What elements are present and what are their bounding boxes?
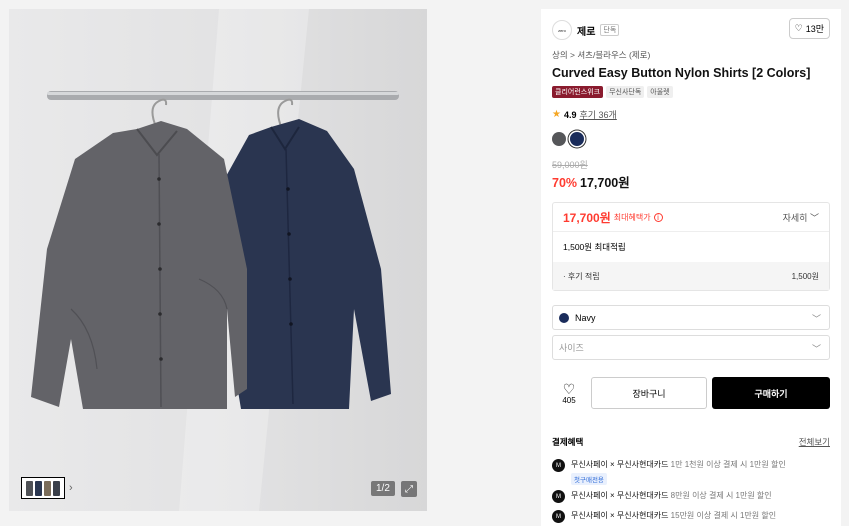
- payment-benefit-item: M 무신사페이 × 무신사현대카드 8만원 이상 결제 시 1만원 할인: [552, 490, 772, 503]
- rating-score: 4.9: [563, 109, 577, 120]
- brand-name[interactable]: 제로: [577, 23, 595, 38]
- info-icon[interactable]: i: [653, 212, 663, 222]
- thumbnail-strip: ›: [21, 477, 73, 499]
- card-brand-icon: M: [552, 459, 565, 472]
- brand-like-button[interactable]: ♡ 13만: [788, 18, 830, 39]
- add-to-cart-button[interactable]: 장바구니: [591, 377, 707, 409]
- heart-icon: ♡: [562, 380, 576, 397]
- thumbnail[interactable]: [21, 477, 65, 499]
- navy-color-dot: [559, 312, 569, 323]
- payment-condition: 8만원 이상 결제 시 1만원 할인: [670, 491, 772, 500]
- review-link[interactable]: 후기 36개: [579, 108, 616, 121]
- color-swatch-navy[interactable]: [570, 132, 584, 146]
- payment-condition: 15만원 이상 결제 시 1만원 할인: [670, 511, 777, 520]
- payment-benefit-text: 무신사페이 × 무신사현대카드 15만원 이상 결제 시 1만원 할인: [571, 510, 776, 521]
- detail-toggle[interactable]: 자세히 ﹀: [783, 211, 819, 224]
- payment-benefit-header: 결제혜택 전체보기: [552, 436, 830, 448]
- thumbnail-swatch: [26, 480, 33, 496]
- card-brand-icon: M: [552, 510, 565, 523]
- payment-card-name: 무신사페이 × 무신사현대카드: [571, 511, 669, 520]
- thumbnail-swatch: [53, 480, 60, 496]
- thumbnail-swatch: [44, 480, 51, 496]
- discount-rate: 70%: [552, 176, 578, 190]
- buy-now-button[interactable]: 구매하기: [712, 377, 830, 409]
- max-points: 1,500원 최대적립: [563, 242, 626, 252]
- thumbnail-swatch: [35, 480, 42, 496]
- sale-price: 17,700원: [580, 176, 630, 190]
- review-points-label: · 후기 적립: [563, 271, 600, 281]
- payment-card-name: 무신사페이 × 무신사현대카드: [571, 460, 669, 469]
- color-option-value: Navy: [575, 312, 596, 323]
- image-counter: 1/2: [371, 481, 395, 496]
- expand-icon[interactable]: ⤢: [401, 481, 417, 497]
- product-info-panel: zero 제로 단독 ♡ 13만 상의 > 셔츠/블라우스 (제로) Curve…: [541, 9, 841, 526]
- color-option-select[interactable]: Navy ﹀: [552, 305, 830, 330]
- brand-logo: zero: [552, 20, 572, 40]
- sale-price-row: 70% 17,700원: [552, 172, 630, 191]
- max-benefit-box: 17,700원 최대혜택가 i 자세히 ﹀ 1,500원 최대적립 · 후기 적…: [552, 202, 830, 291]
- max-benefit-header[interactable]: 17,700원 최대혜택가 i 자세히 ﹀: [553, 203, 829, 232]
- badge-list: 클리어런스위크 무신사단독 아울렛: [552, 86, 673, 98]
- brand-row[interactable]: zero 제로 단독: [552, 20, 620, 40]
- size-option-select[interactable]: 사이즈 ﹀: [552, 335, 830, 360]
- color-swatch-gray[interactable]: [552, 132, 566, 146]
- review-points-value: 1,500원: [791, 271, 819, 281]
- first-purchase-tag: 첫구매전용: [571, 473, 607, 485]
- product-title: Curved Easy Button Nylon Shirts [2 Color…: [552, 66, 811, 80]
- payment-benefit-text: 무신사페이 × 무신사현대카드 8만원 이상 결제 시 1만원 할인: [571, 490, 772, 501]
- heart-icon: ♡: [794, 23, 803, 33]
- purchase-actions: ♡ 405 장바구니 구매하기: [552, 377, 830, 409]
- max-benefit-label: 최대혜택가: [613, 212, 651, 222]
- shirts-photo: [31, 9, 399, 511]
- badge: 무신사단독: [606, 86, 645, 98]
- card-brand-icon: M: [552, 490, 565, 503]
- payment-benefit-title: 결제혜택: [552, 437, 584, 447]
- brand-exclusive-tag: 단독: [600, 24, 620, 36]
- size-option-placeholder: 사이즈: [559, 343, 584, 353]
- chevron-down-icon: ﹀: [809, 212, 819, 223]
- review-points-row: · 후기 적립 1,500원: [553, 262, 829, 290]
- max-benefit-amount: 17,700원: [563, 210, 611, 225]
- brand-like-count: 13만: [805, 24, 824, 34]
- original-price: 59,000원: [552, 160, 588, 170]
- chevron-right-icon[interactable]: ›: [69, 482, 73, 494]
- view-all-link[interactable]: 전체보기: [799, 436, 830, 448]
- payment-benefit-item: M 무신사페이 × 무신사현대카드 15만원 이상 결제 시 1만원 할인: [552, 510, 776, 523]
- chevron-down-icon: ﹀: [811, 344, 821, 354]
- payment-condition: 1만 1천원 이상 결제 시 1만원 할인: [670, 460, 786, 469]
- wishlist-count: 405: [562, 395, 576, 405]
- max-benefit-price: 17,700원 최대혜택가 i: [563, 209, 663, 226]
- color-swatches: [552, 132, 584, 146]
- product-image[interactable]: › 1/2 ⤢: [9, 9, 427, 511]
- badge: 아울렛: [647, 86, 673, 98]
- chevron-down-icon: ﹀: [811, 314, 821, 324]
- badge: 클리어런스위크: [552, 86, 604, 98]
- detail-label: 자세히: [782, 212, 808, 223]
- wishlist-button[interactable]: ♡ 405: [552, 377, 586, 409]
- payment-benefit-item: M 무신사페이 × 무신사현대카드 1만 1천원 이상 결제 시 1만원 할인 …: [552, 459, 786, 485]
- star-icon: ★: [552, 109, 561, 120]
- payment-benefit-text: 무신사페이 × 무신사현대카드 1만 1천원 이상 결제 시 1만원 할인 첫구…: [571, 459, 786, 485]
- breadcrumb[interactable]: 상의 > 셔츠/블라우스 (제로): [552, 49, 650, 61]
- payment-card-name: 무신사페이 × 무신사현대카드: [571, 491, 669, 500]
- rating-row: ★ 4.9 후기 36개: [552, 108, 617, 121]
